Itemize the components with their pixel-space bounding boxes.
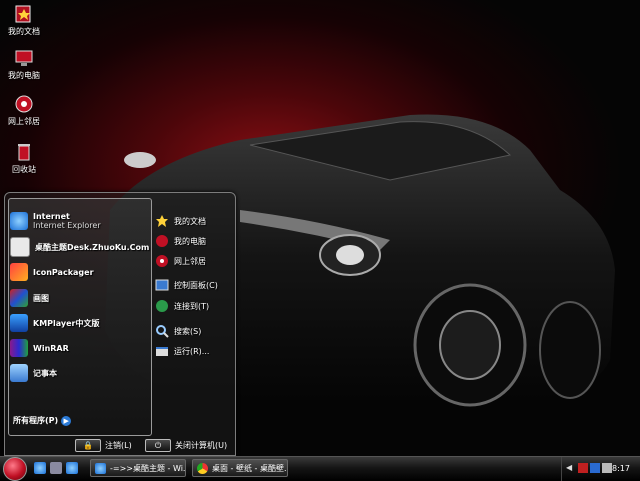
chrome-window-icon — [197, 462, 208, 474]
tray-network-icon[interactable] — [590, 463, 600, 473]
taskbar-task-zhuoku[interactable]: -=>>桌酷主题 - Wi... — [90, 459, 186, 477]
start-menu-footer: 🔒 注销(L) ⏻ 关闭计算机(U) — [5, 435, 235, 455]
desktop-icon-recycle-bin[interactable]: 回收站 — [2, 142, 46, 175]
place-connect-to[interactable]: 连接到(T) — [155, 298, 209, 314]
my-computer-icon — [14, 48, 34, 68]
control-panel-icon — [155, 278, 169, 292]
network-places-icon — [155, 254, 169, 268]
quicklaunch-ie-icon[interactable] — [34, 462, 46, 474]
program-sublabel: Internet Explorer — [33, 221, 101, 230]
logoff-button[interactable]: 🔒 注销(L) — [75, 439, 132, 452]
place-control-panel[interactable]: 控制面板(C) — [155, 277, 218, 293]
connect-to-icon — [155, 299, 169, 313]
lock-icon: 🔒 — [75, 439, 101, 452]
kmplayer-icon — [10, 314, 28, 332]
all-programs-button[interactable]: 所有程序(P) ▶ — [13, 415, 72, 426]
place-search[interactable]: 搜索(S) — [155, 323, 201, 339]
notepad-icon — [10, 364, 28, 382]
iconpackager-icon — [10, 263, 28, 281]
network-places-icon — [14, 94, 34, 114]
program-label: WinRAR — [33, 343, 69, 353]
run-icon — [155, 344, 169, 358]
program-internet-explorer[interactable]: Internet Internet Explorer — [10, 211, 101, 231]
desktop-icon-network-places[interactable]: 网上邻居 — [2, 94, 46, 127]
search-icon — [155, 324, 169, 338]
ie-window-icon — [95, 462, 106, 474]
taskbar: -=>>桌酷主题 - Wi... 桌面 - 壁纸 - 桌酷壁... ◀ 8:17 — [0, 456, 640, 481]
place-network-places[interactable]: 网上邻居 — [155, 253, 206, 269]
power-icon: ⏻ — [145, 439, 171, 452]
start-menu: Internet Internet Explorer 桌酷主题Desk.ZhuoK… — [4, 192, 236, 456]
clock[interactable]: 8:17 — [612, 464, 630, 473]
program-label: 画图 — [33, 293, 49, 303]
program-notepad[interactable]: 记事本 — [10, 363, 57, 383]
system-tray: ◀ 8:17 — [561, 457, 640, 481]
winrar-icon — [10, 339, 28, 357]
program-label: 桌酷主题Desk.ZhuoKu.Com — [35, 242, 150, 252]
paint-icon — [10, 289, 28, 307]
tray-app-icon[interactable] — [578, 463, 588, 473]
my-documents-icon — [14, 4, 34, 24]
desktop-icon-my-documents[interactable]: 我的文档 — [2, 4, 46, 37]
program-zhuoku[interactable]: 桌酷主题Desk.ZhuoKu.Com — [10, 237, 149, 257]
program-paint[interactable]: 画图 — [10, 288, 49, 308]
arrow-right-icon: ▶ — [61, 416, 72, 426]
taskbar-task-wallpaper[interactable]: 桌面 - 壁纸 - 桌酷壁... — [192, 459, 288, 477]
place-my-computer[interactable]: 我的电脑 — [155, 233, 206, 249]
tray-volume-icon[interactable] — [602, 463, 612, 473]
program-label: Internet — [33, 212, 70, 221]
tray-arrow-icon[interactable]: ◀ — [566, 463, 576, 473]
my-computer-icon — [155, 234, 169, 248]
program-label: KMPlayer中文版 — [33, 318, 100, 328]
start-button[interactable] — [3, 457, 27, 481]
internet-explorer-icon — [10, 212, 28, 230]
program-label: IconPackager — [33, 267, 94, 277]
program-label: 记事本 — [33, 368, 57, 378]
program-iconpackager[interactable]: IconPackager — [10, 262, 94, 282]
program-kmplayer[interactable]: KMPlayer中文版 — [10, 313, 100, 333]
program-winrar[interactable]: WinRAR — [10, 338, 69, 358]
recycle-bin-icon — [14, 142, 34, 162]
place-my-documents[interactable]: 我的文档 — [155, 213, 206, 229]
quicklaunch-desktop-icon[interactable] — [50, 462, 62, 474]
my-documents-icon — [155, 214, 169, 228]
all-programs-label: 所有程序(P) — [13, 416, 59, 425]
zhuoku-icon — [10, 237, 30, 257]
shutdown-button[interactable]: ⏻ 关闭计算机(U) — [145, 439, 227, 452]
quicklaunch-browser-icon[interactable] — [66, 462, 78, 474]
desktop-icon-my-computer[interactable]: 我的电脑 — [2, 48, 46, 81]
place-run[interactable]: 运行(R)... — [155, 343, 209, 359]
